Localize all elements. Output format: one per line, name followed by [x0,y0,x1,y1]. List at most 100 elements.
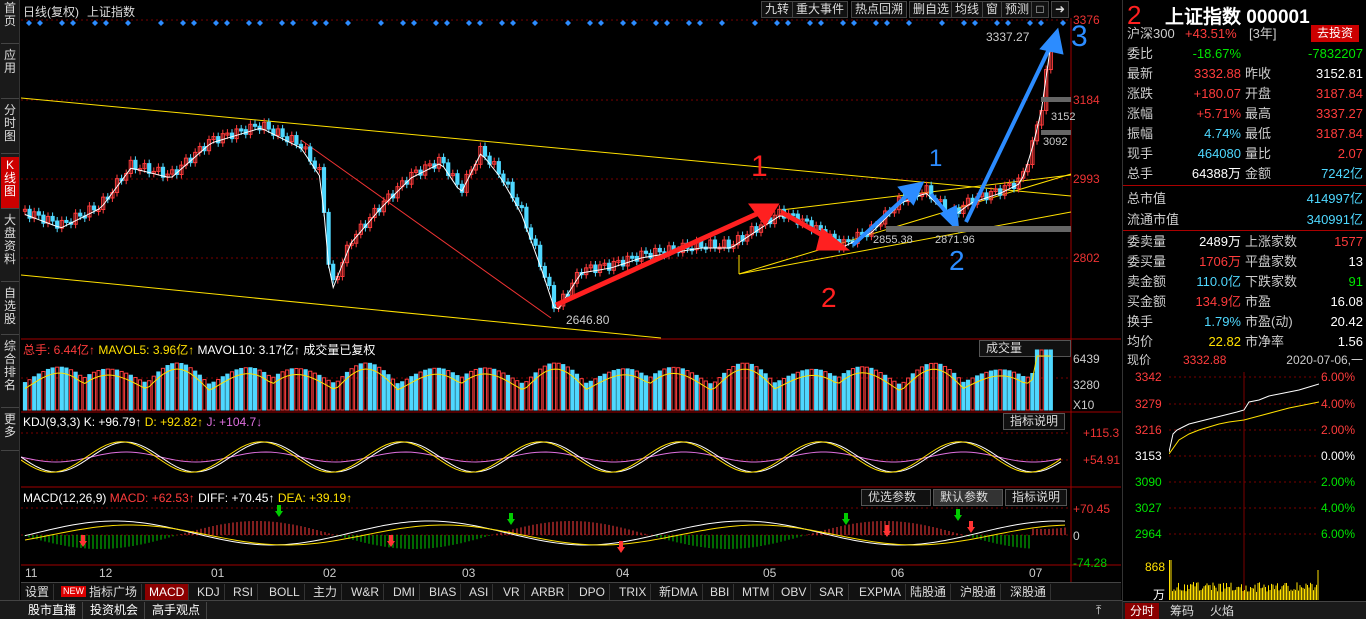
sidebar-item-more[interactable]: 更多 [1,411,19,451]
mini-volume-bar [1189,589,1190,600]
low-price-label: 2646.80 [566,313,609,327]
tab-trix[interactable]: TRIX [615,584,651,600]
tab-sar[interactable]: SAR [815,584,849,600]
tab-obv[interactable]: OBV [777,584,811,600]
tab-indicator-square[interactable]: 指标广场 [85,584,142,600]
quote-label: 最高 [1245,104,1271,123]
tab-kdj[interactable]: KDJ [193,584,225,600]
quote-label: 均价 [1127,332,1153,351]
sidebar-item-kline[interactable]: K线图 [1,157,19,209]
mini-volume-bar [1310,583,1311,600]
tab-bbi[interactable]: BBI [706,584,734,600]
footer-tab-expert[interactable]: 高手观点 [146,602,207,619]
tab-sh-connect[interactable]: 沪股通 [956,584,1001,600]
quote-label: 平盘家数 [1245,252,1297,271]
quote-value: 64388万 [1192,164,1241,183]
signal-marker [532,20,538,26]
quote-label: 委比 [1127,44,1153,63]
mini-volume-bar [1193,582,1194,600]
volume-bar [180,364,183,410]
signal-marker [290,20,296,26]
tab-boll[interactable]: BOLL [265,584,305,600]
mini-volume-bar [1238,587,1239,600]
tab-settings[interactable]: 设置 [21,584,54,600]
signal-marker [158,20,164,26]
sidebar-item-watchlist[interactable]: 自选股 [1,285,19,335]
sidebar-item-market-data[interactable]: 大盘资料 [1,212,19,282]
left-sidebar: 首页 应用 分时图 K线图 大盘资料 自选股 综合排名 更多 [0,0,20,600]
sidebar-item-ranking[interactable]: 综合排名 [1,338,19,408]
tab-vr[interactable]: VR [499,584,525,600]
signal-marker [213,20,219,26]
tab-mtm[interactable]: MTM [738,584,774,600]
default-params-button[interactable]: 默认参数 [933,489,1003,506]
signal-marker [961,20,967,26]
volume-bar [207,384,210,410]
tab-arbr[interactable]: ARBR [527,584,569,600]
macd-panel-header: MACD(12,26,9) MACD: +62.53↑ DIFF: +70.45… [23,491,352,505]
volume-bar [138,380,141,410]
mini-volume-bar [1214,586,1215,600]
sidebar-item-home[interactable]: 首页 [1,0,19,44]
mini-volume-bar [1223,583,1224,600]
tab-main-force[interactable]: 主力 [309,584,342,600]
quote-label: 市盈 [1245,292,1271,311]
mini-volume-bar [1247,592,1248,600]
tab-dmi[interactable]: DMI [389,584,420,600]
mini-volume-bar [1195,586,1196,600]
tab-rsi[interactable]: RSI [229,584,258,600]
mini-volume-bar [1187,585,1188,600]
tab-bias[interactable]: BIAS [425,584,461,600]
candle-body [65,220,68,222]
invest-button[interactable]: 去投资 [1311,25,1359,42]
tab-timeshare[interactable]: 分时 [1125,603,1159,619]
volume-bar [405,379,408,410]
quote-label: 上涨家数 [1245,232,1297,251]
tab-hk-connect-north[interactable]: 陆股通 [906,584,951,600]
tab-dpo[interactable]: DPO [575,584,610,600]
tab-flame[interactable]: 火焰 [1205,603,1239,619]
mini-volume-bar [1232,590,1233,600]
quote-label: 振幅 [1127,124,1153,143]
intraday-mini-chart [1169,372,1319,600]
price-axis-tick: 2802 [1073,251,1100,265]
signal-marker [400,20,406,26]
sidebar-item-apps[interactable]: 应用 [1,47,19,99]
mini-volume-bar [1250,587,1251,600]
macd-chart [21,505,1071,565]
current-price-label: 现价 [1127,351,1151,370]
signal-marker [664,20,670,26]
footer-tab-opportunity[interactable]: 投资机会 [84,602,145,619]
mid-price-label: 2855.38 [873,234,913,246]
mini-volume-bar [1205,585,1206,600]
quote-label: 开盘 [1245,84,1271,103]
scroll-top-icon[interactable]: ⤒ [1090,602,1107,619]
signal-marker [719,20,725,26]
volume-bar [212,382,215,410]
tab-asi[interactable]: ASI [465,584,493,600]
mini-volume-bar [1243,591,1244,600]
volume-bar [520,383,523,410]
quote-value: 1706万 [1199,252,1241,271]
mini-volume-bar [1181,590,1182,600]
mini-volume-bar [1268,585,1269,600]
footer-bar: 股市直播 投资机会 高手观点 ⤒ [0,600,1122,619]
x-axis-tick: 05 [763,566,776,580]
sidebar-item-timeshare[interactable]: 分时图 [1,102,19,154]
macd-explain-button[interactable]: 指标说明 [1005,489,1067,506]
tab-wr[interactable]: W&R [347,584,384,600]
kdj-explain-button[interactable]: 指标说明 [1003,413,1065,430]
quote-label: 卖金额 [1127,272,1166,291]
tab-macd[interactable]: MACD [145,584,189,600]
tab-chips[interactable]: 筹码 [1165,603,1199,619]
tab-expma[interactable]: EXPMA [855,584,906,600]
quote-value: 7242亿 [1321,164,1363,183]
signal-marker [994,20,1000,26]
optimal-params-button[interactable]: 优选参数 [861,489,931,506]
tab-new-dma[interactable]: 新DMA [655,584,703,600]
volume-bar [782,378,785,410]
tab-sz-connect[interactable]: 深股通 [1006,584,1051,600]
price-axis-tick: 3184 [1073,93,1100,107]
footer-tab-live[interactable]: 股市直播 [22,602,83,619]
mini-axis-right: 6.00% [1321,370,1355,384]
